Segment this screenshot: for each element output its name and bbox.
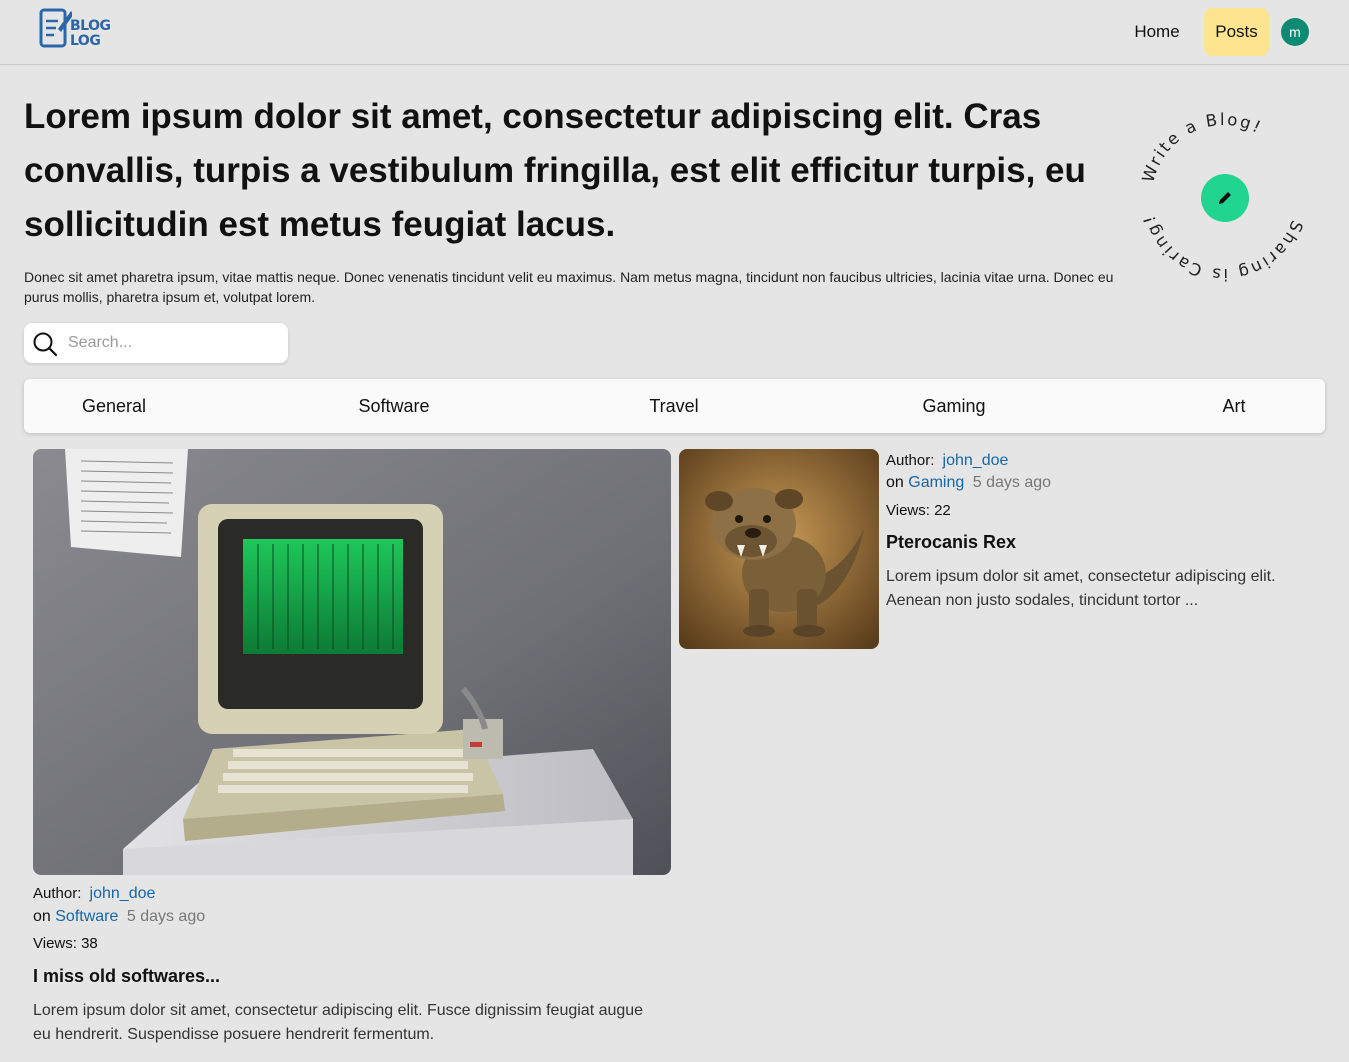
write-blog-button[interactable] — [1201, 174, 1249, 222]
svg-text:Write a Blog!: Write a Blog! — [1138, 111, 1265, 185]
author-link[interactable]: john_doe — [90, 885, 156, 902]
category-tab-general[interactable]: General — [24, 379, 204, 433]
badge-bottom-text: Sharing is Caring! — [1139, 212, 1304, 283]
category-tabs: General Software Travel Gaming Art — [24, 379, 1325, 433]
post-time: 5 days ago — [972, 474, 1052, 491]
post-image-pterocanis[interactable] — [679, 449, 879, 649]
author-label: Author: — [886, 452, 935, 469]
post-2-views: Views: 22 — [886, 502, 951, 519]
post-1-title[interactable]: I miss old softwares... — [33, 966, 220, 987]
on-label: on — [886, 474, 904, 491]
search-bar — [24, 323, 288, 363]
category-tab-art[interactable]: Art — [1144, 379, 1324, 433]
hero-title: Lorem ipsum dolor sit amet, consectetur … — [24, 97, 1086, 244]
post-image-vintage-computer[interactable] — [33, 449, 671, 875]
category-tab-software[interactable]: Software — [304, 379, 484, 433]
post-time: 5 days ago — [126, 908, 206, 925]
author-link[interactable]: john_doe — [943, 452, 1009, 469]
author-label: Author: — [33, 885, 82, 902]
category-tab-travel[interactable]: Travel — [584, 379, 764, 433]
post-1-views: Views: 38 — [33, 935, 98, 952]
logo-line-1: BLOG — [70, 18, 111, 34]
post-1-excerpt: Lorem ipsum dolor sit amet, consectetur … — [33, 1002, 644, 1043]
post-1-category-line: on Software 5 days ago — [33, 908, 205, 926]
logo-line-2: LOG — [70, 33, 101, 49]
notepad-pencil-icon — [39, 8, 72, 48]
category-link[interactable]: Software — [55, 908, 118, 925]
post-2-title[interactable]: Pterocanis Rex — [886, 532, 1016, 553]
pencil-icon — [1219, 192, 1231, 204]
post-2-author-line: Author: john_doe — [886, 452, 1008, 470]
badge-top-text: Write a Blog! — [1138, 111, 1263, 185]
category-link[interactable]: Gaming — [908, 474, 964, 491]
post-1-author-line: Author: john_doe — [33, 885, 155, 903]
nav-posts-link[interactable]: Posts — [1204, 8, 1269, 56]
blog-log-logo[interactable]: BLOG LOG — [38, 7, 111, 53]
post-2-category-line: on Gaming 5 days ago — [886, 474, 1051, 492]
category-tab-gaming[interactable]: Gaming — [864, 379, 1044, 433]
post-2-excerpt: Lorem ipsum dolor sit amet, consectetur … — [886, 568, 1276, 609]
svg-text:Sharing is Caring!: Sharing is Caring! — [1139, 212, 1306, 283]
search-icon[interactable] — [32, 331, 58, 357]
nav-home-link[interactable]: Home — [1118, 8, 1196, 56]
user-avatar[interactable]: m — [1281, 18, 1309, 46]
navbar: BLOG LOG Home Posts m — [0, 0, 1349, 65]
search-input[interactable] — [68, 329, 278, 357]
hero-subtitle: Donec sit amet pharetra ipsum, vitae mat… — [24, 269, 1114, 305]
logo-text: BLOG LOG — [70, 19, 111, 49]
on-label: on — [33, 908, 51, 925]
